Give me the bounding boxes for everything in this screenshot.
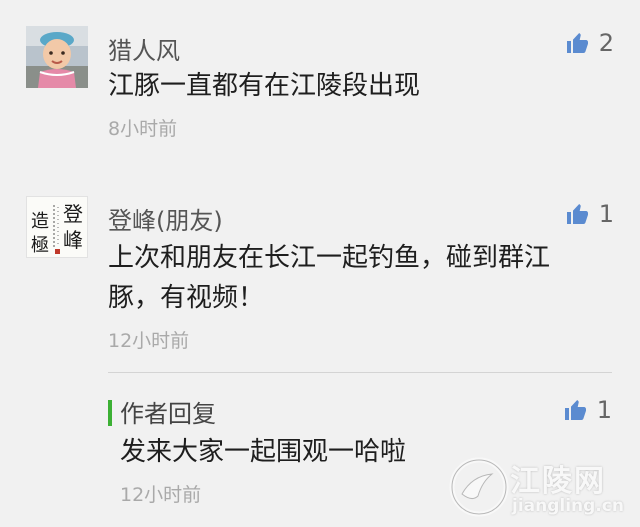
reply-title: 作者回复 — [120, 400, 216, 428]
comment-text: 上次和朋友在长江一起钓鱼，碰到群江豚，有视频！ — [108, 243, 551, 313]
like-count: 1 — [598, 200, 614, 228]
jiangling-logo-icon — [449, 457, 509, 517]
like-button[interactable]: 1 — [563, 396, 612, 424]
calligraphy-char: 極 — [31, 235, 49, 256]
comment-timestamp: 12小时前 — [108, 330, 190, 352]
thumbs-up-icon — [566, 204, 588, 224]
watermark-name: 江陵网 — [510, 464, 606, 499]
watermark-domain: jiangling.cn — [512, 496, 624, 516]
avatar[interactable]: 登 峰 造 極 — [26, 196, 88, 258]
like-button[interactable]: 1 — [565, 200, 614, 228]
calligraphy-char: 峰 — [63, 228, 83, 252]
calligraphy-char: 造 — [31, 211, 49, 232]
calligraphy-char: 登 — [63, 202, 83, 226]
site-watermark: 江陵网 jiangling.cn — [448, 452, 634, 522]
comment-username[interactable]: 登峰(朋友) — [108, 201, 223, 236]
reply-timestamp: 12小时前 — [120, 484, 202, 506]
reply-text: 发来大家一起围观一哈啦 — [120, 437, 407, 467]
calligraphy-avatar-icon: 登 峰 造 極 — [27, 197, 87, 257]
divider — [108, 372, 612, 373]
comment-item: 登 峰 造 極 登峰(朋友) 1 上次和朋友在长江一起钓鱼，碰到群江豚，有视频！… — [0, 0, 640, 527]
reply-accent-bar — [108, 400, 112, 426]
like-count: 1 — [596, 396, 612, 424]
thumbs-up-icon — [564, 400, 586, 420]
